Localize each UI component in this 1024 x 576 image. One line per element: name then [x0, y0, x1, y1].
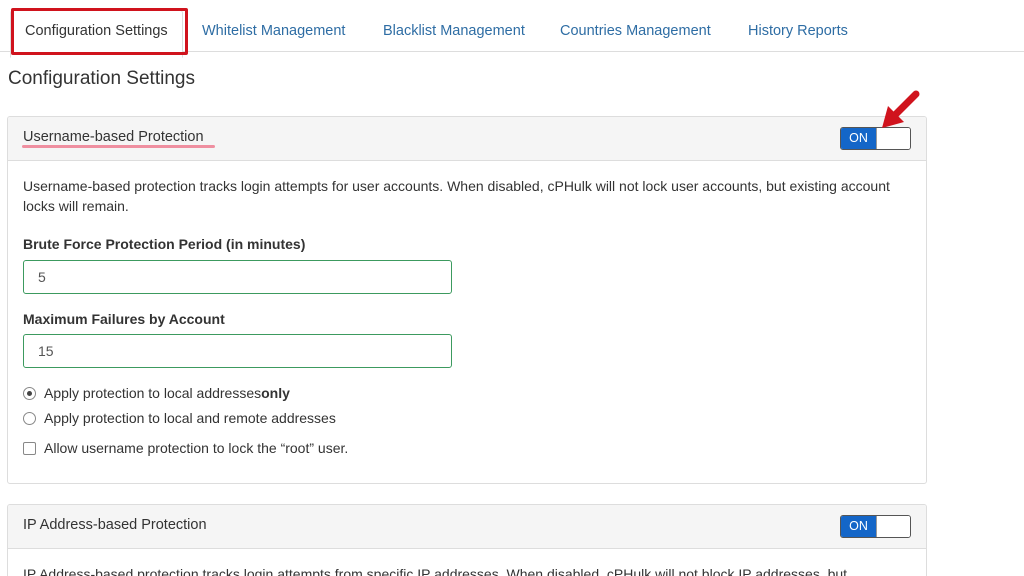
toggle-knob: [876, 516, 910, 537]
ip-protection-panel: IP Address-based Protection ON IP Addres…: [7, 504, 927, 576]
tab-whitelist-management[interactable]: Whitelist Management: [188, 12, 359, 50]
panel-heading: Username-based Protection ON: [8, 117, 926, 161]
checkbox[interactable]: [23, 441, 36, 455]
tab-blacklist-management[interactable]: Blacklist Management: [369, 12, 539, 50]
toggle-on-label: ON: [841, 128, 876, 149]
radio-local-label: Apply protection to local addresses: [44, 385, 262, 401]
tab-countries-management[interactable]: Countries Management: [546, 12, 725, 50]
period-label: Brute Force Protection Period (in minute…: [23, 236, 306, 252]
max-failures-input[interactable]: [23, 334, 452, 368]
panel-description: Username-based protection tracks login a…: [23, 178, 890, 214]
max-failures-label: Maximum Failures by Account: [23, 311, 225, 327]
page-title: Configuration Settings: [8, 68, 195, 89]
panel-description: IP Address-based protection tracks login…: [23, 566, 848, 576]
panel-heading: IP Address-based Protection ON: [8, 505, 926, 549]
annotation-underline: [22, 145, 215, 148]
nav-tabs: Configuration Settings Whitelist Managem…: [0, 0, 1024, 58]
panel-title: Username-based Protection: [23, 129, 204, 145]
checkbox-root-label: Allow username protection to lock the “r…: [44, 440, 349, 456]
toggle-on-label: ON: [841, 516, 876, 537]
ip-protection-toggle[interactable]: ON: [840, 515, 911, 538]
radio-remote-label: Apply protection to local and remote add…: [44, 410, 336, 426]
radio-local-bold: only: [261, 385, 290, 401]
radio-button-checked[interactable]: [23, 386, 36, 400]
annotation-arrow-icon: [882, 90, 920, 128]
period-input[interactable]: [23, 260, 452, 294]
tab-history-reports[interactable]: History Reports: [734, 12, 862, 50]
radio-button[interactable]: [23, 411, 36, 425]
tab-configuration-settings[interactable]: Configuration Settings: [10, 10, 183, 58]
panel-title: IP Address-based Protection: [23, 517, 207, 533]
checkbox-lock-root[interactable]: Allow username protection to lock the “r…: [23, 438, 348, 458]
radio-local-only[interactable]: Apply protection to local addresses only: [23, 383, 290, 403]
radio-local-remote[interactable]: Apply protection to local and remote add…: [23, 408, 336, 428]
username-protection-panel: Username-based Protection ON Username-ba…: [7, 116, 927, 484]
